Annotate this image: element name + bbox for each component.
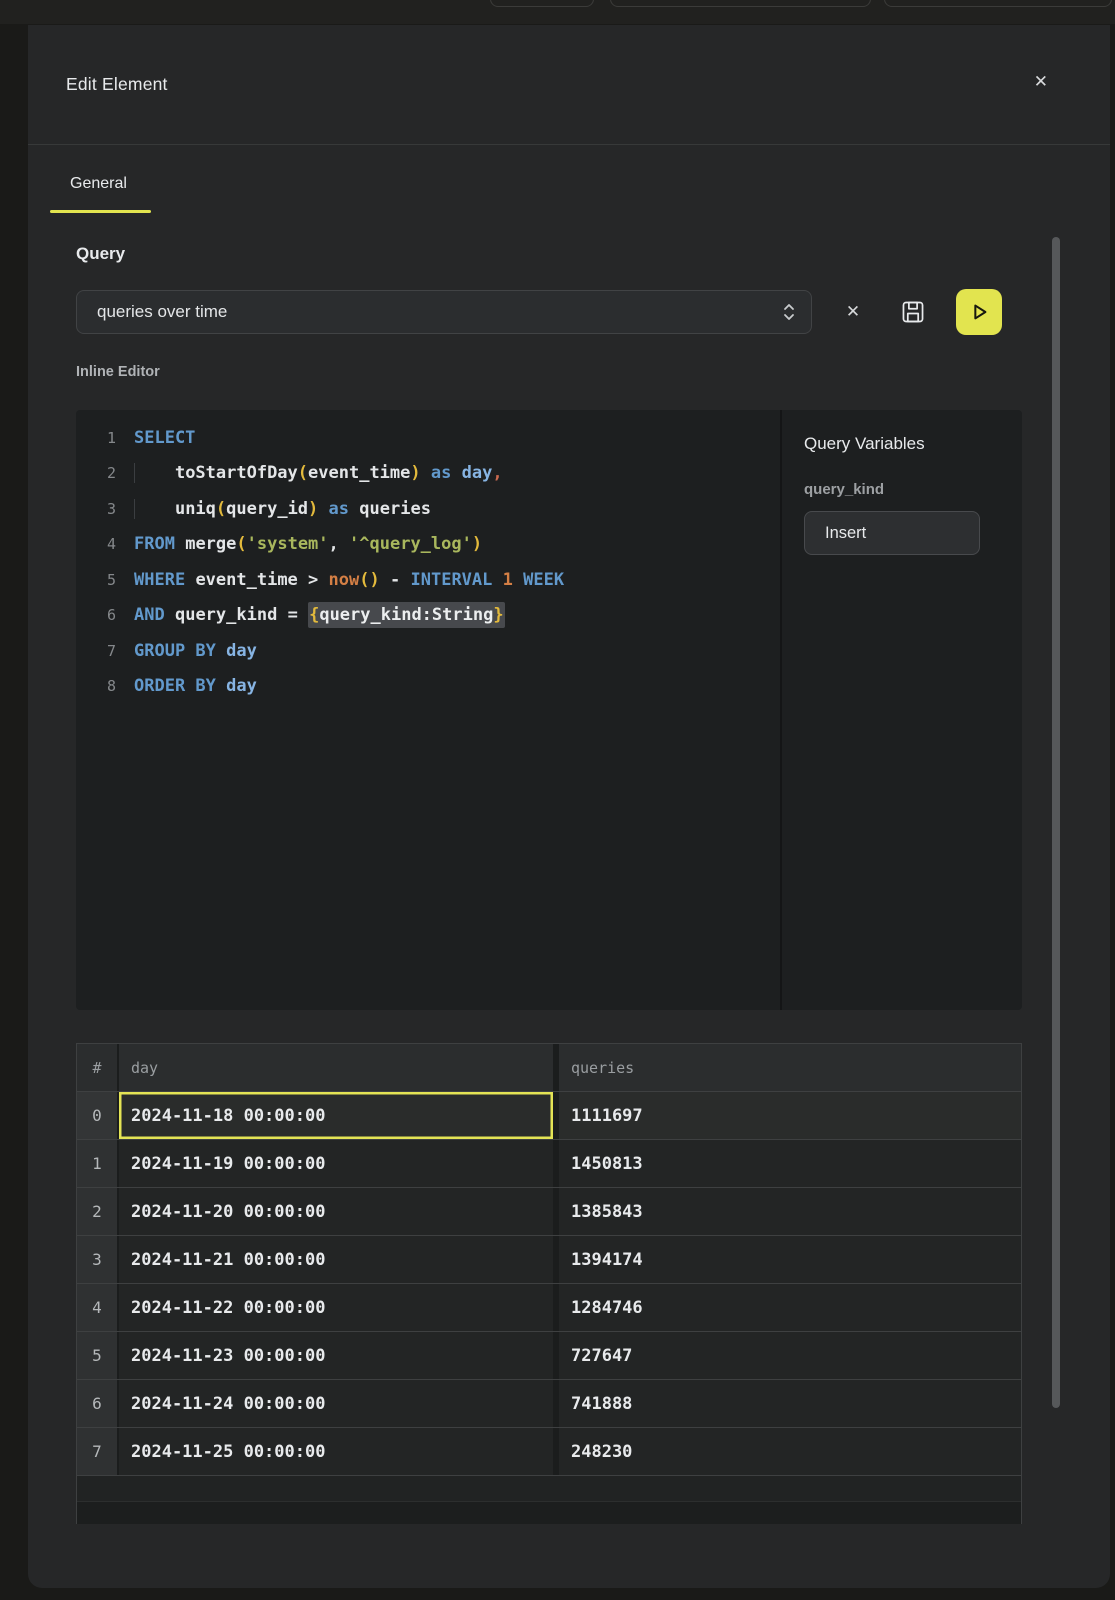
- table-horizontal-scrollbar[interactable]: [77, 1502, 1021, 1524]
- query-variables-panel: Query Variables query_kind Insert: [782, 410, 1022, 1010]
- table-row: 42024-11-22 00:00:001284746: [77, 1284, 1021, 1332]
- tab-bar: General: [28, 175, 1110, 213]
- queries-cell[interactable]: 248230: [559, 1428, 1021, 1475]
- line-number: 5: [76, 571, 116, 589]
- close-icon[interactable]: ✕: [1034, 73, 1048, 90]
- query-variable-token: {query_kind:String}: [308, 602, 505, 628]
- background-topbar: [0, 0, 1115, 24]
- table-row: 52024-11-23 00:00:00727647: [77, 1332, 1021, 1380]
- day-cell[interactable]: 2024-11-25 00:00:00: [119, 1428, 559, 1475]
- day-cell[interactable]: 2024-11-19 00:00:00: [119, 1140, 559, 1187]
- table-row: 32024-11-21 00:00:001394174: [77, 1236, 1021, 1284]
- results-table: # day queries 02024-11-18 00:00:00111169…: [76, 1043, 1022, 1524]
- table-row: 72024-11-25 00:00:00248230: [77, 1428, 1021, 1476]
- dialog-content: Query queries over time ✕: [28, 244, 1110, 1524]
- code-line[interactable]: 1SELECT: [76, 420, 780, 456]
- dialog-header: Edit Element ✕: [28, 25, 1110, 144]
- queries-cell[interactable]: 1385843: [559, 1188, 1021, 1235]
- tab-general[interactable]: General: [50, 175, 151, 213]
- line-number: 2: [76, 464, 116, 482]
- queries-cell[interactable]: 727647: [559, 1332, 1021, 1379]
- row-index-cell[interactable]: 4: [77, 1284, 119, 1331]
- results-table-body: 02024-11-18 00:00:00111169712024-11-19 0…: [77, 1092, 1021, 1476]
- query-variables-heading: Query Variables: [804, 434, 1000, 454]
- table-row: 02024-11-18 00:00:001111697: [77, 1092, 1021, 1140]
- day-cell[interactable]: 2024-11-20 00:00:00: [119, 1188, 559, 1235]
- queries-cell[interactable]: 741888: [559, 1380, 1021, 1427]
- line-number: 7: [76, 642, 116, 660]
- insert-variable-button[interactable]: Insert: [804, 511, 980, 555]
- day-cell-selected[interactable]: 2024-11-18 00:00:00: [119, 1092, 559, 1139]
- code-line[interactable]: 7GROUP BY day: [76, 633, 780, 669]
- row-index-cell[interactable]: 7: [77, 1428, 119, 1475]
- row-index-cell[interactable]: 2: [77, 1188, 119, 1235]
- dialog-title: Edit Element: [66, 74, 168, 95]
- day-cell[interactable]: 2024-11-22 00:00:00: [119, 1284, 559, 1331]
- clear-query-icon[interactable]: ✕: [838, 302, 868, 322]
- partial-toolbar-control[interactable]: [884, 0, 1112, 7]
- partial-toolbar-control[interactable]: [490, 0, 594, 7]
- code-line[interactable]: 3 uniq(query_id) as queries: [76, 491, 780, 527]
- dialog-scrollbar-thumb[interactable]: [1052, 237, 1060, 1408]
- queries-cell[interactable]: 1450813: [559, 1140, 1021, 1187]
- row-index-cell[interactable]: 6: [77, 1380, 119, 1427]
- line-number: 8: [76, 677, 116, 695]
- code-line[interactable]: 8ORDER BY day: [76, 669, 780, 705]
- query-select-value: queries over time: [97, 302, 781, 322]
- column-header-day: day: [119, 1044, 559, 1091]
- sql-editor-panel: 1SELECT2 toStartOfDay(event_time) as day…: [76, 410, 1022, 1010]
- run-query-button[interactable]: [956, 289, 1002, 335]
- day-cell[interactable]: 2024-11-23 00:00:00: [119, 1332, 559, 1379]
- table-row: 12024-11-19 00:00:001450813: [77, 1140, 1021, 1188]
- inline-editor-label: Inline Editor: [76, 364, 1110, 380]
- queries-cell[interactable]: 1284746: [559, 1284, 1021, 1331]
- sql-code-editor[interactable]: 1SELECT2 toStartOfDay(event_time) as day…: [76, 410, 780, 1010]
- line-number: 6: [76, 606, 116, 624]
- code-line[interactable]: 4FROM merge('system', '^query_log'): [76, 527, 780, 563]
- partial-toolbar-control[interactable]: [610, 0, 871, 7]
- query-section-heading: Query: [76, 244, 1110, 264]
- code-line[interactable]: 6AND query_kind = {query_kind:String}: [76, 598, 780, 634]
- queries-cell[interactable]: 1394174: [559, 1236, 1021, 1283]
- day-cell[interactable]: 2024-11-21 00:00:00: [119, 1236, 559, 1283]
- column-header-index: #: [77, 1044, 119, 1091]
- line-number: 1: [76, 429, 116, 447]
- code-line[interactable]: 2 toStartOfDay(event_time) as day,: [76, 456, 780, 492]
- line-number: 3: [76, 500, 116, 518]
- table-row: 62024-11-24 00:00:00741888: [77, 1380, 1021, 1428]
- edit-element-dialog: Edit Element ✕ General Query queries ove…: [28, 25, 1110, 1588]
- results-table-header: # day queries: [77, 1044, 1021, 1092]
- code-line[interactable]: 5WHERE event_time > now() - INTERVAL 1 W…: [76, 562, 780, 598]
- line-number: 4: [76, 535, 116, 553]
- queries-cell[interactable]: 1111697: [559, 1092, 1021, 1139]
- table-row: 22024-11-20 00:00:001385843: [77, 1188, 1021, 1236]
- query-select[interactable]: queries over time: [76, 290, 812, 334]
- row-index-cell[interactable]: 5: [77, 1332, 119, 1379]
- save-icon[interactable]: [896, 299, 930, 325]
- variable-name-label: query_kind: [804, 481, 1000, 498]
- header-divider: [28, 144, 1110, 145]
- query-picker-row: queries over time ✕: [76, 290, 1110, 334]
- row-index-cell[interactable]: 0: [77, 1092, 119, 1139]
- column-header-queries: queries: [559, 1044, 1021, 1091]
- day-cell[interactable]: 2024-11-24 00:00:00: [119, 1380, 559, 1427]
- table-filler: [77, 1476, 1021, 1502]
- select-chevrons-icon: [781, 302, 797, 322]
- row-index-cell[interactable]: 1: [77, 1140, 119, 1187]
- row-index-cell[interactable]: 3: [77, 1236, 119, 1283]
